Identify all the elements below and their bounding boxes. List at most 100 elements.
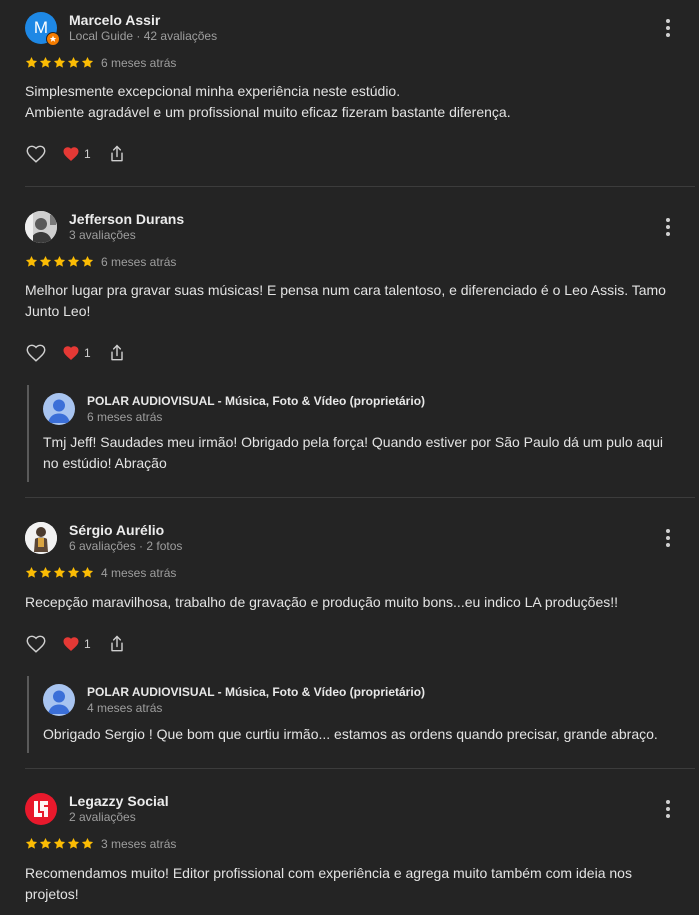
review-text-line: Melhor lugar pra gravar suas músicas! E … (25, 282, 666, 298)
star-icon (25, 837, 38, 850)
owner-name: POLAR AUDIOVISUAL - Música, Foto & Vídeo… (87, 394, 426, 408)
avatar[interactable] (25, 522, 57, 554)
star-icon (81, 566, 94, 579)
star-icon (39, 566, 52, 579)
review-text-line: Simplesmente excepcional minha experiênc… (25, 83, 401, 99)
star-rating (25, 837, 94, 850)
like-button[interactable] (25, 633, 47, 655)
star-icon (39, 56, 52, 69)
star-icon (53, 837, 66, 850)
heart-reaction-button[interactable]: 1 (62, 145, 107, 163)
review-text-line: Junto Leo! (25, 303, 91, 319)
star-icon (67, 837, 80, 850)
more-options-button[interactable] (660, 16, 676, 40)
owner-reply-bar (27, 676, 29, 753)
reviewer-name[interactable]: Jefferson Durans (69, 211, 184, 227)
star-icon (81, 255, 94, 268)
heart-icon (62, 635, 80, 653)
star-icon (39, 255, 52, 268)
thumb-like-icon (25, 342, 47, 364)
review-actions: 1 (25, 142, 127, 166)
owner-reply-text: Tmj Jeff! Saudades meu irmão! Obrigado p… (43, 432, 683, 474)
star-icon (81, 837, 94, 850)
share-icon (107, 144, 127, 164)
reviewer-name[interactable]: Legazzy Social (69, 793, 169, 809)
share-button[interactable] (107, 144, 127, 164)
reviewer-meta: Local Guide · 42 avaliações (69, 29, 218, 43)
avatar[interactable] (25, 211, 57, 243)
more-options-button[interactable] (660, 526, 676, 550)
owner-reply-line: Tmj Jeff! Saudades meu irmão! Obrigado p… (43, 434, 663, 450)
review-text-line: projetos! (25, 886, 79, 902)
heart-count: 1 (84, 346, 91, 360)
owner-reply-text: Obrigado Sergio ! Que bom que curtiu irm… (43, 724, 683, 745)
review-date: 6 meses atrás (101, 255, 177, 269)
reviewer-meta: 2 avaliações (69, 810, 136, 824)
review-card: Sérgio Aurélio 6 avaliações · 2 fotos 4 … (0, 510, 699, 768)
share-icon (107, 634, 127, 654)
reviewer-meta: 6 avaliações · 2 fotos (69, 539, 183, 553)
review-card: Legazzy Social 2 avaliações 3 meses atrá… (0, 781, 699, 915)
star-icon (67, 566, 80, 579)
owner-avatar[interactable] (43, 684, 75, 716)
star-icon (67, 255, 80, 268)
star-rating (25, 56, 94, 69)
heart-count: 1 (84, 637, 91, 651)
star-icon (25, 566, 38, 579)
reviewer-meta: 3 avaliações (69, 228, 136, 242)
review-text: Recomendamos muito! Editor profissional … (25, 863, 675, 905)
local-guide-star-icon (46, 32, 60, 46)
review-text: Melhor lugar pra gravar suas músicas! E … (25, 280, 675, 322)
star-icon (53, 56, 66, 69)
owner-reply-line: no estúdio! Abração (43, 455, 167, 471)
star-icon (81, 56, 94, 69)
review-actions: 1 (25, 341, 127, 365)
star-icon (67, 56, 80, 69)
star-icon (53, 255, 66, 268)
heart-icon (62, 344, 80, 362)
thumb-like-icon (25, 633, 47, 655)
avatar[interactable] (25, 793, 57, 825)
more-options-button[interactable] (660, 215, 676, 239)
reviewer-name[interactable]: Sérgio Aurélio (69, 522, 164, 538)
heart-icon (62, 145, 80, 163)
owner-reply-date: 4 meses atrás (87, 701, 163, 715)
star-rating (25, 255, 94, 268)
review-date: 4 meses atrás (101, 566, 177, 580)
divider (25, 768, 695, 769)
like-button[interactable] (25, 342, 47, 364)
star-rating (25, 566, 94, 579)
thumb-like-icon (25, 143, 47, 165)
owner-reply-bar (27, 385, 29, 482)
star-icon (53, 566, 66, 579)
review-card: Jefferson Durans 3 avaliações 6 meses at… (0, 199, 699, 497)
review-text: Simplesmente excepcional minha experiênc… (25, 81, 675, 123)
review-date: 3 meses atrás (101, 837, 177, 851)
star-icon (39, 837, 52, 850)
legazzy-logo-icon (34, 801, 48, 817)
like-button[interactable] (25, 143, 47, 165)
heart-reaction-button[interactable]: 1 (62, 344, 107, 362)
share-icon (107, 343, 127, 363)
share-button[interactable] (107, 634, 127, 654)
review-text-line: Ambiente agradável e um profissional mui… (25, 104, 511, 120)
review-actions: 1 (25, 632, 127, 656)
star-icon (25, 255, 38, 268)
owner-reply-line: Obrigado Sergio ! Que bom que curtiu irm… (43, 726, 658, 742)
divider (25, 497, 695, 498)
owner-reply-date: 6 meses atrás (87, 410, 163, 424)
review-text-line: Recomendamos muito! Editor profissional … (25, 865, 632, 881)
review-card: M Marcelo Assir Local Guide · 42 avaliaç… (0, 0, 699, 186)
review-text: Recepção maravilhosa, trabalho de gravaç… (25, 592, 675, 613)
share-button[interactable] (107, 343, 127, 363)
star-icon (25, 56, 38, 69)
heart-count: 1 (84, 147, 91, 161)
review-date: 6 meses atrás (101, 56, 177, 70)
divider (25, 186, 695, 187)
avatar[interactable]: M (25, 12, 60, 46)
heart-reaction-button[interactable]: 1 (62, 635, 107, 653)
more-options-button[interactable] (660, 797, 676, 821)
review-text-line: Recepção maravilhosa, trabalho de gravaç… (25, 594, 619, 610)
owner-avatar[interactable] (43, 393, 75, 425)
reviewer-name[interactable]: Marcelo Assir (69, 12, 160, 28)
